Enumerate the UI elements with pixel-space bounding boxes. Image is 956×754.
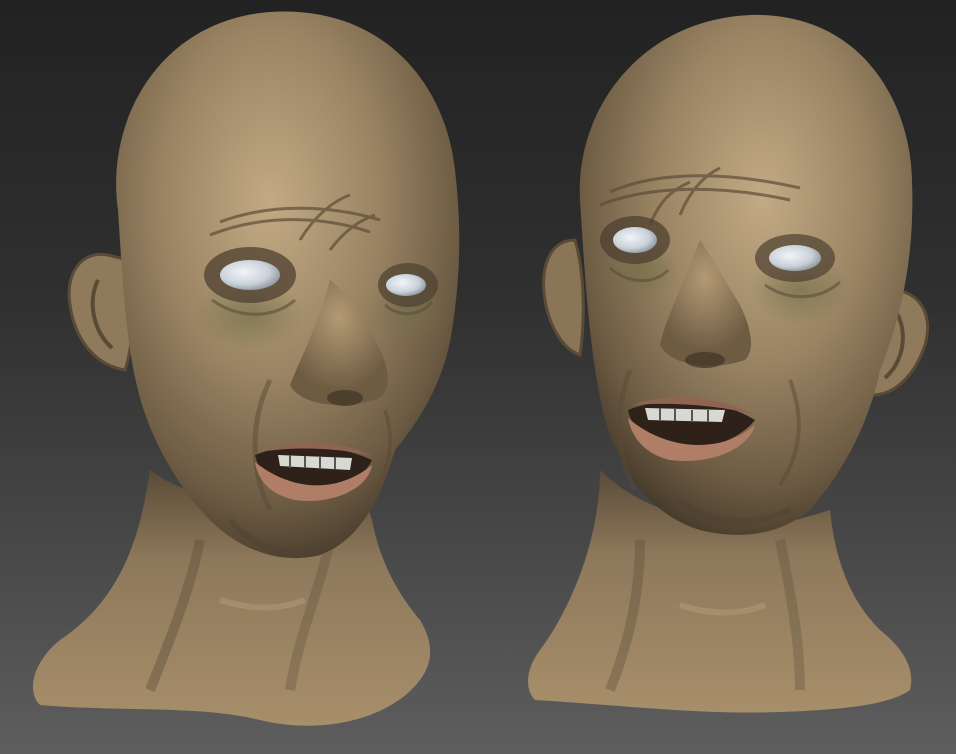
eye-right-2 (769, 245, 821, 271)
head-left[interactable] (32, 11, 460, 726)
ear-right-far (542, 238, 585, 357)
head-right[interactable] (528, 14, 930, 713)
sculpt-viewport[interactable] (0, 0, 956, 754)
eye-left-1 (220, 260, 280, 290)
eye-left-2 (386, 274, 426, 296)
eye-right-1 (613, 227, 657, 253)
render-canvas (32, 11, 930, 726)
